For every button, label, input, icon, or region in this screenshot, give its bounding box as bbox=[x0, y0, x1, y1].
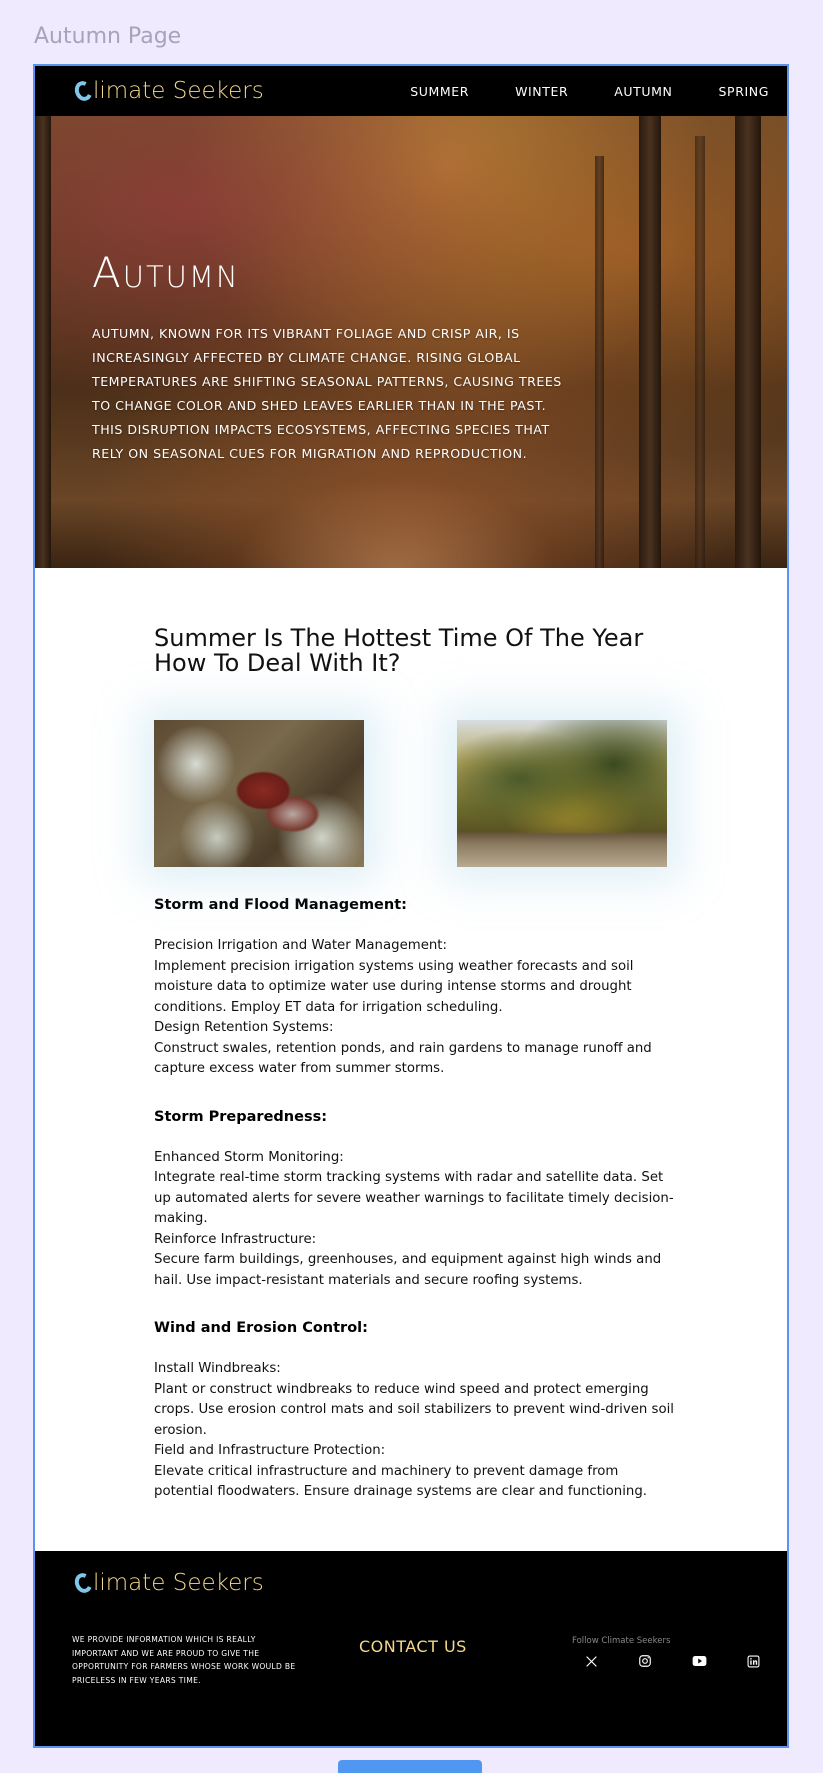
footer-about-text: We provide information which is really i… bbox=[72, 1635, 296, 1685]
social-links bbox=[583, 1653, 787, 1669]
section-storm-preparedness: Storm Preparedness: Enhanced Storm Monit… bbox=[154, 1109, 674, 1292]
frame-size-badge bbox=[338, 1760, 482, 1773]
autumn-park-photo bbox=[457, 720, 667, 867]
section-paragraph: Secure farm buildings, greenhouses, and … bbox=[154, 1252, 662, 1288]
section-paragraph: Plant or construct windbreaks to reduce … bbox=[154, 1381, 674, 1438]
footer: limate Seekers We provide information wh… bbox=[35, 1551, 787, 1746]
nav-link-summer[interactable]: SUMMER bbox=[410, 84, 469, 99]
hero-title: Autumn bbox=[92, 248, 240, 297]
section-heading: Wind and Erosion Control: bbox=[154, 1320, 368, 1336]
brand-name: limate Seekers bbox=[93, 78, 264, 104]
main-content: Summer Is The Hottest Time Of The Year H… bbox=[35, 568, 674, 1503]
mushroom-photo bbox=[154, 720, 364, 867]
tree-trunk bbox=[695, 136, 705, 568]
page-heading: Summer Is The Hottest Time Of The Year H… bbox=[154, 624, 644, 677]
section-paragraph: Implement precision irrigation systems u… bbox=[154, 958, 634, 1015]
top-navbar: limate Seekers SUMMER WINTER AUTUMN SPRI… bbox=[35, 66, 787, 116]
tree-trunk bbox=[595, 156, 604, 568]
x-icon[interactable] bbox=[583, 1653, 599, 1669]
instagram-icon[interactable] bbox=[637, 1653, 653, 1669]
nav-link-spring[interactable]: SPRING bbox=[719, 84, 769, 99]
section-wind-erosion: Wind and Erosion Control: Install Windbr… bbox=[154, 1320, 674, 1503]
nav-link-autumn[interactable]: AUTUMN bbox=[614, 84, 672, 99]
logo-c-icon bbox=[72, 78, 95, 104]
section-subheading: Field and Infrastructure Protection: bbox=[154, 1443, 386, 1458]
forest-path bbox=[235, 478, 555, 568]
nav-link-winter[interactable]: WINTER bbox=[515, 84, 568, 99]
section-storm-flood: Storm and Flood Management: Precision Ir… bbox=[154, 897, 674, 1080]
footer-brand-logo[interactable]: limate Seekers bbox=[72, 1570, 264, 1596]
footer-brand-name: limate Seekers bbox=[93, 1570, 264, 1596]
section-subheading: Design Retention Systems: bbox=[154, 1020, 334, 1035]
youtube-icon[interactable] bbox=[691, 1653, 707, 1669]
photo-row bbox=[154, 720, 667, 867]
tree-trunk bbox=[735, 116, 761, 568]
contact-us-link[interactable]: CONTACT US bbox=[359, 1637, 467, 1656]
tree-trunk bbox=[35, 116, 51, 568]
canvas-frame-label: Autumn Page bbox=[34, 24, 182, 49]
hero-description: Autumn, known for its vibrant foliage an… bbox=[92, 326, 562, 461]
section-subheading: Reinforce Infrastructure: bbox=[154, 1231, 317, 1247]
linkedin-icon[interactable] bbox=[745, 1653, 761, 1669]
section-heading: Storm and Flood Management: bbox=[154, 897, 407, 913]
section-paragraph: Integrate real-time storm tracking syste… bbox=[154, 1170, 674, 1226]
section-heading: Storm Preparedness: bbox=[154, 1108, 328, 1125]
brand-logo[interactable]: limate Seekers bbox=[72, 78, 264, 104]
logo-c-icon bbox=[72, 1570, 95, 1596]
section-subheading: Enhanced Storm Monitoring: bbox=[154, 1149, 344, 1165]
nav-links: SUMMER WINTER AUTUMN SPRING bbox=[364, 84, 769, 99]
section-paragraph: Elevate critical infrastructure and mach… bbox=[154, 1463, 647, 1500]
section-paragraph: Construct swales, retention ponds, and r… bbox=[154, 1040, 652, 1077]
hero-banner: Autumn Autumn, known for its vibrant fol… bbox=[35, 116, 787, 568]
tree-trunk bbox=[639, 116, 661, 568]
section-subheading: Install Windbreaks: bbox=[154, 1361, 281, 1376]
section-subheading: Precision Irrigation and Water Managemen… bbox=[154, 938, 448, 953]
follow-label: Follow Climate Seekers bbox=[572, 1636, 671, 1646]
page-frame: limate Seekers SUMMER WINTER AUTUMN SPRI… bbox=[33, 64, 789, 1748]
